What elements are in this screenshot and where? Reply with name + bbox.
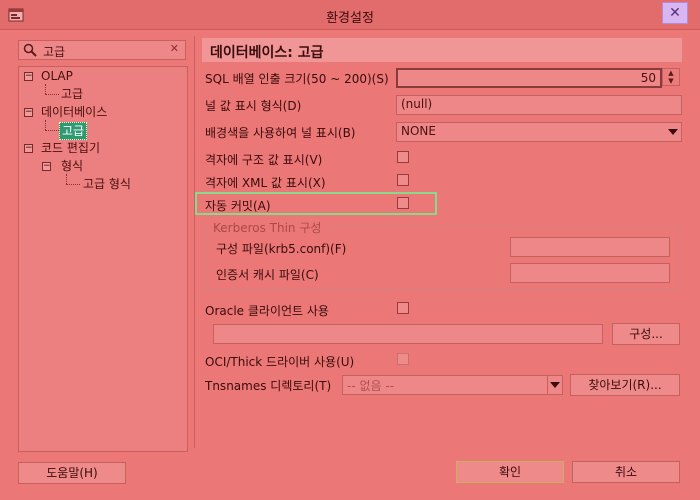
oci-driver-checkbox[interactable]	[397, 353, 409, 365]
config-file-label: 구성 파일(krb5.conf)(F)	[216, 242, 347, 256]
configure-button[interactable]: 구성...	[612, 323, 680, 345]
tnsnames-label: Tnsnames 디렉토리(T)	[205, 379, 332, 393]
null-display-input[interactable]: (null)	[396, 95, 682, 115]
cancel-button[interactable]: 취소	[572, 461, 680, 483]
config-file-input[interactable]	[510, 237, 670, 257]
clear-icon[interactable]: ✕	[170, 42, 179, 55]
splitter[interactable]	[194, 36, 195, 448]
category-tree: − OLAP 고급 − 데이터베이스 고급 − 코드 편집기 − 형식 고급 형…	[18, 66, 188, 452]
collapse-database-icon[interactable]: −	[24, 108, 33, 117]
tree-line	[45, 120, 46, 130]
chevron-down-icon[interactable]	[550, 382, 560, 388]
oracle-client-checkbox[interactable]	[397, 302, 409, 314]
credential-cache-label: 인증서 캐시 파일(C)	[216, 268, 319, 282]
tnsnames-value: -- 없음 --	[347, 379, 395, 393]
tree-line	[66, 184, 80, 185]
chevron-down-icon[interactable]	[668, 129, 678, 135]
browse-button[interactable]: 찾아보기(R)...	[570, 374, 680, 396]
kerberos-group-label: Kerberos Thin 구성	[210, 219, 325, 236]
spin-down-icon[interactable]: ▼	[663, 77, 679, 85]
grid-struct-checkbox[interactable]	[397, 151, 409, 163]
null-display-label: 널 값 표시 형식(D)	[205, 99, 302, 113]
tree-item-olap[interactable]: OLAP	[41, 68, 73, 84]
search-value: 고급	[43, 45, 66, 59]
magnifier-icon	[23, 43, 37, 57]
credential-cache-input[interactable]	[510, 263, 670, 283]
oracle-client-label: Oracle 클라이언트 사용	[205, 304, 329, 318]
grid-xml-checkbox[interactable]	[397, 174, 409, 186]
tree-item-olap-advanced[interactable]: 고급	[61, 86, 83, 102]
collapse-format-icon[interactable]: −	[42, 162, 51, 171]
tree-line	[45, 84, 46, 94]
sql-fetch-size-stepper[interactable]: ▲ ▼	[662, 68, 680, 86]
tree-line	[45, 130, 59, 131]
tree-line	[45, 94, 59, 95]
collapse-code-editor-icon[interactable]: −	[24, 144, 33, 153]
tree-item-database-advanced[interactable]: 고급	[59, 122, 88, 140]
collapse-olap-icon[interactable]: −	[24, 72, 33, 81]
sql-fetch-size-label: SQL 배열 인출 크기(50 ~ 200)(S)	[205, 72, 389, 86]
search-input[interactable]: 고급 ✕	[18, 40, 186, 60]
help-button[interactable]: 도움말(H)	[18, 462, 126, 484]
close-icon[interactable]: ✕	[662, 2, 688, 24]
tree-item-advanced-format[interactable]: 고급 형식	[83, 176, 131, 192]
background-null-label: 배경색을 사용하여 널 표시(B)	[205, 126, 356, 140]
tree-item-code-editor[interactable]: 코드 편집기	[41, 140, 100, 156]
tnsnames-select[interactable]: -- 없음 --	[342, 375, 548, 395]
oci-driver-label: OCI/Thick 드라이버 사용(U)	[205, 355, 355, 369]
page-title: 데이터베이스: 고급	[202, 38, 682, 62]
ok-button[interactable]: 확인	[456, 461, 564, 483]
tree-item-format[interactable]: 형식	[61, 158, 83, 174]
spin-up-icon[interactable]: ▲	[663, 69, 679, 77]
title-bar: 환경설정 ✕	[0, 0, 700, 30]
sql-fetch-size-input[interactable]: 50	[396, 68, 662, 88]
tree-line	[66, 174, 67, 184]
autocommit-label: 자동 커밋(A)	[205, 199, 271, 213]
oracle-client-path-input[interactable]	[213, 324, 603, 344]
window-title: 환경설정	[326, 11, 374, 26]
grid-xml-label: 격자에 XML 값 표시(X)	[205, 176, 326, 190]
grid-struct-label: 격자에 구조 값 표시(V)	[205, 153, 323, 167]
autocommit-checkbox[interactable]	[397, 197, 409, 209]
background-null-value: NONE	[401, 124, 436, 138]
background-null-select[interactable]: NONE	[396, 122, 682, 142]
tree-item-database[interactable]: 데이터베이스	[41, 104, 107, 120]
